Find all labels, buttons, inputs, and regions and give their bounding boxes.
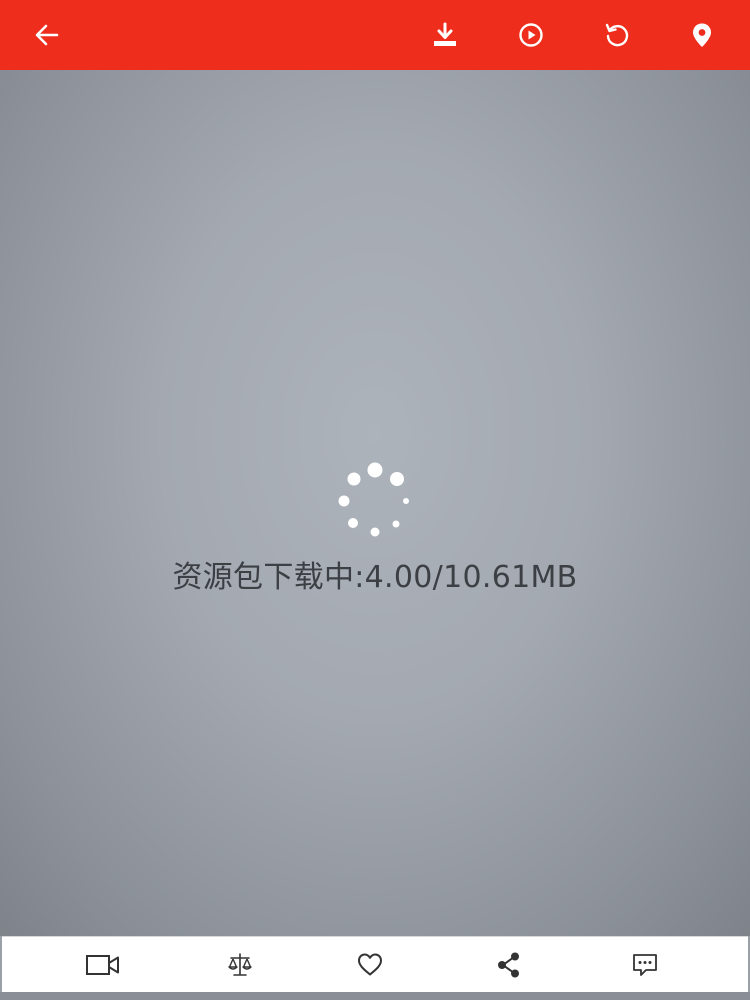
back-arrow-icon [35,24,59,46]
play-icon [519,23,543,47]
comment-button[interactable] [605,937,685,993]
bottom-edge [0,992,750,1000]
favorite-button[interactable] [330,937,410,993]
video-camera-icon [86,955,119,975]
heart-icon [358,953,382,976]
size-separator: / [432,560,444,595]
loading-spinner-icon [338,462,409,537]
location-button[interactable] [667,0,737,70]
compare-button[interactable] [200,937,280,993]
back-button[interactable] [12,0,82,70]
download-button[interactable] [410,0,480,70]
download-label: 资源包下载中: [172,560,365,595]
share-button[interactable] [469,937,549,993]
play-button[interactable] [496,0,566,70]
balance-scale-icon [228,953,252,976]
share-icon [498,952,519,978]
top-toolbar [0,0,750,70]
location-pin-icon [693,23,711,47]
download-icon [434,22,456,46]
refresh-button[interactable] [582,0,652,70]
total-size: 10.61MB [443,560,578,595]
bottom-toolbar [2,936,748,993]
refresh-icon [605,23,629,47]
video-button[interactable] [63,937,143,993]
download-progress-text: 资源包下载中:4.00/10.61MB [0,552,750,596]
comment-icon [633,954,657,976]
downloaded-size: 4.00 [364,560,433,595]
